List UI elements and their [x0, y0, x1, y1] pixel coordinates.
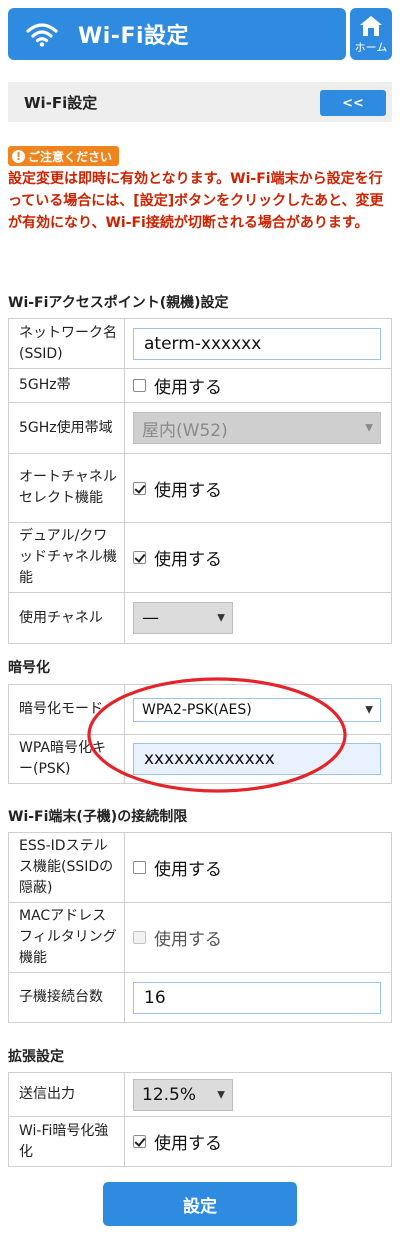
max-clients-input[interactable]: 16 — [133, 981, 381, 1014]
auto-channel-label: オートチャネルセレクト機能 — [8, 453, 125, 523]
auto-channel-checkbox[interactable]: 使用する — [133, 476, 381, 501]
checkbox-box[interactable] — [133, 379, 146, 392]
table-row: 送信出力 12.5% ▼ — [8, 1072, 392, 1117]
header-title: Wi-Fi設定 — [78, 24, 190, 49]
dual-channel-option: 使用する — [154, 550, 222, 570]
section-title-client: Wi-Fi端末(子機)の接続制限 — [8, 809, 188, 825]
ssid-input[interactable]: aterm-xxxxxx — [133, 327, 381, 360]
wifi-enc-boost-label: Wi-Fi暗号化強化 — [8, 1116, 125, 1167]
dropdown-arrow-icon: ▼ — [217, 1089, 225, 1100]
mac-filter-checkbox[interactable]: 使用する — [133, 925, 381, 950]
wifi-enc-boost-checkbox[interactable]: 使用する — [133, 1129, 381, 1154]
table-row: WPA暗号化キー(PSK) xxxxxxxxxxxxx — [8, 734, 392, 784]
table-row: 使用チャネル — ▼ — [8, 592, 392, 644]
table-row: オートチャネルセレクト機能 使用する — [8, 453, 392, 523]
notice-text: 設定変更は即時に有効となります。Wi-Fi端末から設定を行っている場合には、[設… — [8, 171, 384, 231]
essid-option: 使用する — [154, 860, 222, 880]
auto-channel-option: 使用する — [154, 480, 222, 501]
ssid-label: ネットワーク名(SSID) — [8, 318, 125, 369]
checkbox-box[interactable] — [133, 931, 146, 944]
checkbox-box[interactable] — [133, 481, 146, 495]
table-row: ESS-IDステルス機能(SSIDの隠蔽) 使用する — [8, 832, 392, 903]
table-row: デュアル/クワッドチャネル機能 使用する — [8, 522, 392, 593]
dropdown-arrow-icon: ▼ — [365, 704, 373, 715]
section-title-encryption: 暗号化 — [8, 660, 50, 676]
mac-filter-label: MACアドレスフィルタリング機能 — [8, 902, 125, 973]
extended-settings-table: 送信出力 12.5% ▼ Wi-Fi暗号化強化 使用する — [8, 1072, 392, 1167]
tx-power-select[interactable]: 12.5% ▼ — [133, 1078, 233, 1111]
psk-input[interactable]: xxxxxxxxxxxxx — [133, 743, 381, 775]
table-row: Wi-Fi暗号化強化 使用する — [8, 1116, 392, 1167]
enc-mode-value: WPA2-PSK(AES) — [142, 701, 252, 718]
submit-button[interactable]: 設定 — [103, 1182, 297, 1226]
table-row: 暗号化モード WPA2-PSK(AES) ▼ — [8, 684, 392, 735]
essid-label: ESS-IDステルス機能(SSIDの隠蔽) — [8, 832, 125, 903]
max-clients-label: 子機接続台数 — [8, 972, 125, 1023]
dropdown-arrow-icon: ▼ — [365, 422, 373, 434]
dual-channel-label: デュアル/クワッドチャネル機能 — [8, 522, 125, 593]
checkbox-box[interactable] — [133, 551, 146, 564]
exclamation-icon: ! — [12, 149, 25, 163]
home-icon — [360, 15, 382, 36]
wifi-icon — [26, 23, 58, 47]
wifi-enc-boost-option: 使用する — [154, 1134, 222, 1154]
channel-select[interactable]: — ▼ — [133, 602, 233, 634]
checkbox-box[interactable] — [133, 1135, 146, 1148]
section-title-extended: 拡張設定 — [8, 1049, 64, 1065]
mac-filter-option: 使用する — [154, 930, 222, 950]
table-row: 子機接続台数 16 — [8, 972, 392, 1023]
table-row: MACアドレスフィルタリング機能 使用する — [8, 902, 392, 973]
notice-badge-label: ご注意ください — [28, 149, 113, 164]
dropdown-arrow-icon: ▼ — [217, 612, 225, 624]
client-settings-table: ESS-IDステルス機能(SSIDの隠蔽) 使用する MACアドレスフィルタリン… — [8, 832, 392, 1023]
band5g-use-label: 5GHz使用帯域 — [8, 402, 125, 454]
table-row: ネットワーク名(SSID) aterm-xxxxxx — [8, 318, 392, 369]
encryption-settings-table: 暗号化モード WPA2-PSK(AES) ▼ WPA暗号化キー(PSK) xxx… — [8, 684, 392, 784]
band5g-use-value: 屋内(W52) — [142, 420, 228, 441]
channel-value: — — [142, 608, 159, 628]
home-button[interactable]: ホーム — [350, 8, 392, 60]
tx-power-label: 送信出力 — [8, 1072, 125, 1117]
table-row: 5GHz帯 使用する — [8, 368, 392, 403]
dual-channel-checkbox[interactable]: 使用する — [133, 545, 381, 570]
home-label: ホーム — [354, 40, 388, 54]
back-button[interactable]: << — [320, 90, 386, 116]
band5g-label: 5GHz帯 — [8, 368, 125, 403]
page-title-bar: Wi-Fi設定 << — [8, 82, 392, 122]
checkbox-box[interactable] — [133, 861, 146, 874]
psk-label: WPA暗号化キー(PSK) — [8, 734, 125, 784]
enc-mode-label: 暗号化モード — [8, 684, 125, 735]
notice-badge: ! ご注意ください — [8, 146, 120, 166]
band5g-option: 使用する — [154, 378, 222, 398]
page-title: Wi-Fi設定 — [24, 93, 98, 112]
tx-power-value: 12.5% — [142, 1084, 197, 1105]
band5g-checkbox[interactable]: 使用する — [133, 373, 381, 398]
band5g-use-select[interactable]: 屋内(W52) ▼ — [133, 412, 381, 444]
section-title-ap: Wi-Fiアクセスポイント(親機)設定 — [8, 295, 229, 311]
header-bar: Wi-Fi設定 — [8, 8, 346, 60]
table-row: 5GHz使用帯域 屋内(W52) ▼ — [8, 402, 392, 454]
essid-checkbox[interactable]: 使用する — [133, 855, 381, 880]
enc-mode-select[interactable]: WPA2-PSK(AES) ▼ — [133, 697, 381, 722]
channel-label: 使用チャネル — [8, 592, 125, 644]
ap-settings-table: ネットワーク名(SSID) aterm-xxxxxx 5GHz帯 使用する 5G… — [8, 318, 392, 644]
